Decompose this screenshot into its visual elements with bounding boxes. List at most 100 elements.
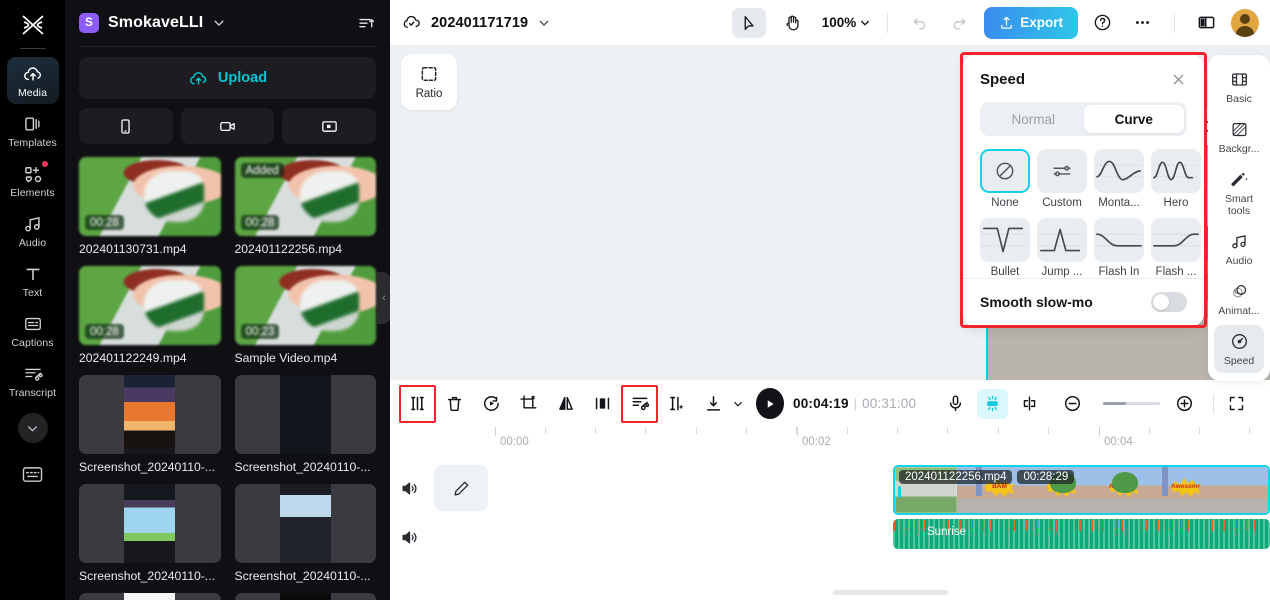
hand-tool-button[interactable] (775, 8, 809, 38)
upload-button[interactable]: Upload (79, 57, 376, 99)
help-button[interactable] (1087, 13, 1118, 32)
sidebar-item-text[interactable]: Text (7, 257, 59, 304)
account-chevron-down-icon[interactable] (212, 16, 226, 30)
right-rail-item-background[interactable]: Backgr... (1214, 113, 1264, 161)
media-item[interactable]: 00:28 202401130731.mp4 (79, 157, 221, 256)
duration-badge: 00:23 (240, 324, 280, 339)
mirror-flip-icon[interactable] (550, 389, 581, 419)
preset-montage[interactable]: Monta... (1094, 149, 1144, 209)
cloud-upload-icon (23, 67, 41, 81)
close-icon[interactable] (1170, 71, 1187, 88)
media-item[interactable]: Screenshot_20240110-... (79, 375, 221, 474)
audio-clip[interactable]: Sunrise (893, 519, 1270, 549)
split-icon[interactable] (398, 384, 437, 423)
media-item[interactable]: Added 00:28 202401122256.mp4 (234, 157, 376, 256)
undo-button[interactable] (904, 14, 935, 31)
preset-flash-out[interactable]: Flash ... (1151, 218, 1201, 278)
media-item[interactable]: 00:28 202401122249.mp4 (79, 266, 221, 365)
sticker-icon[interactable] (977, 388, 1009, 419)
select-tool-button[interactable] (731, 7, 766, 38)
media-item[interactable]: 00:23 Sample Video.mp4 (234, 266, 376, 365)
zoom-in-icon[interactable] (1169, 389, 1200, 419)
preset-label: Hero (1163, 197, 1189, 209)
markers-icon[interactable] (1014, 389, 1045, 419)
upload-label: Upload (217, 70, 268, 86)
sidebar-item-label: Text (22, 287, 43, 299)
play-button[interactable] (755, 388, 785, 419)
split-keyframe-icon[interactable] (661, 389, 692, 419)
keyboard-icon (22, 467, 43, 482)
chevron-down-icon (861, 20, 870, 26)
sidebar-item-templates[interactable]: Templates (7, 107, 59, 154)
sidebar-item-transcript[interactable]: Transcript (7, 357, 59, 404)
project-chevron-down-icon[interactable] (537, 16, 551, 30)
video-volume-icon[interactable] (390, 479, 428, 498)
right-rail-item-animation[interactable]: Animat... (1214, 275, 1264, 323)
preset-label: Monta... (1098, 197, 1140, 209)
auto-cut-icon[interactable] (621, 384, 659, 423)
export-upload-icon (1001, 16, 1013, 29)
preset-jump[interactable]: Jump ... (1037, 218, 1087, 278)
microphone-icon[interactable] (940, 389, 971, 419)
avatar[interactable] (1231, 8, 1259, 37)
source-camera-button[interactable] (180, 108, 275, 144)
sort-icon[interactable] (356, 15, 376, 32)
duration-badge: 00:28 (240, 215, 280, 230)
crop-icon[interactable] (513, 389, 544, 419)
video-clip[interactable]: 202401122256.mp4 00:28:29 BAM POW Awesom… (893, 465, 1270, 515)
ratio-button[interactable]: Ratio (401, 54, 457, 110)
more-options-button[interactable] (1127, 13, 1158, 32)
edit-clip-button[interactable] (434, 465, 488, 511)
preset-none[interactable]: None (980, 149, 1030, 209)
timeline-horizontal-scrollbar[interactable] (833, 590, 948, 595)
media-item[interactable] (234, 593, 376, 600)
media-item[interactable]: Screenshot_20240110-... (234, 375, 376, 474)
preset-hero[interactable]: Hero (1151, 149, 1201, 209)
preset-bullet[interactable]: Bullet (980, 218, 1030, 278)
fit-timeline-icon[interactable] (1221, 389, 1252, 419)
right-rail-item-smart-tools[interactable]: Smart tools (1214, 163, 1264, 223)
zoom-slider[interactable] (1103, 402, 1160, 405)
media-item[interactable]: Screenshot_20240110-... (234, 484, 376, 583)
chevron-down-icon (28, 425, 37, 432)
media-panel-body: Upload 00:28 202401130731.mp4 Added 00:2… (65, 47, 390, 600)
media-thumbnail: Added 00:28 (234, 157, 376, 236)
source-screen-record-button[interactable] (282, 108, 377, 144)
clip-trim-handle[interactable] (898, 486, 901, 498)
smooth-slowmo-toggle[interactable] (1151, 292, 1187, 312)
media-item[interactable]: Screenshot_20240110-... (79, 484, 221, 583)
captions-icon (24, 317, 41, 331)
keyboard-shortcuts-button[interactable] (21, 465, 44, 487)
tab-normal[interactable]: Normal (983, 105, 1084, 133)
preset-flash-in[interactable]: Flash In (1094, 218, 1144, 278)
sidebar-item-elements[interactable]: Elements (7, 157, 59, 204)
freeze-frame-icon[interactable] (587, 389, 618, 419)
right-rail-item-audio[interactable]: Audio (1214, 225, 1264, 273)
right-rail-item-speed[interactable]: Speed (1214, 325, 1264, 373)
zoom-level-dropdown[interactable]: 100% (822, 15, 872, 30)
download-caret-icon[interactable] (729, 389, 745, 419)
zoom-out-icon[interactable] (1057, 389, 1088, 419)
source-device-button[interactable] (79, 108, 173, 144)
tab-curve[interactable]: Curve (1083, 105, 1184, 133)
reverse-icon[interactable] (476, 389, 507, 419)
timeline-ruler[interactable]: 00:00 00:02 00:04 (495, 427, 1270, 453)
layout-toggle-button[interactable] (1191, 13, 1222, 32)
preset-custom[interactable]: Custom (1037, 149, 1087, 209)
expand-more-button[interactable] (17, 413, 48, 443)
download-icon[interactable] (698, 389, 729, 419)
media-filename: 202401122256.mp4 (234, 242, 343, 256)
redo-button[interactable] (944, 14, 975, 31)
sidebar-item-audio[interactable]: Audio (7, 207, 59, 254)
sidebar-item-media[interactable]: Media (6, 57, 59, 104)
audio-volume-icon[interactable] (390, 528, 428, 547)
capcut-logo-icon (13, 8, 53, 42)
delete-trash-icon[interactable] (439, 389, 470, 419)
media-item[interactable] (79, 593, 221, 600)
right-rail-item-basic[interactable]: Basic (1214, 63, 1264, 111)
sidebar-item-captions[interactable]: Captions (7, 307, 59, 354)
timeline-section: 00:04:19 | 00:31:00 00:00 00:02 00:04 20… (390, 380, 1270, 600)
export-button[interactable]: Export (984, 6, 1078, 39)
speedometer-icon (1231, 334, 1247, 349)
panel-collapse-handle[interactable]: ‹ (377, 272, 390, 324)
